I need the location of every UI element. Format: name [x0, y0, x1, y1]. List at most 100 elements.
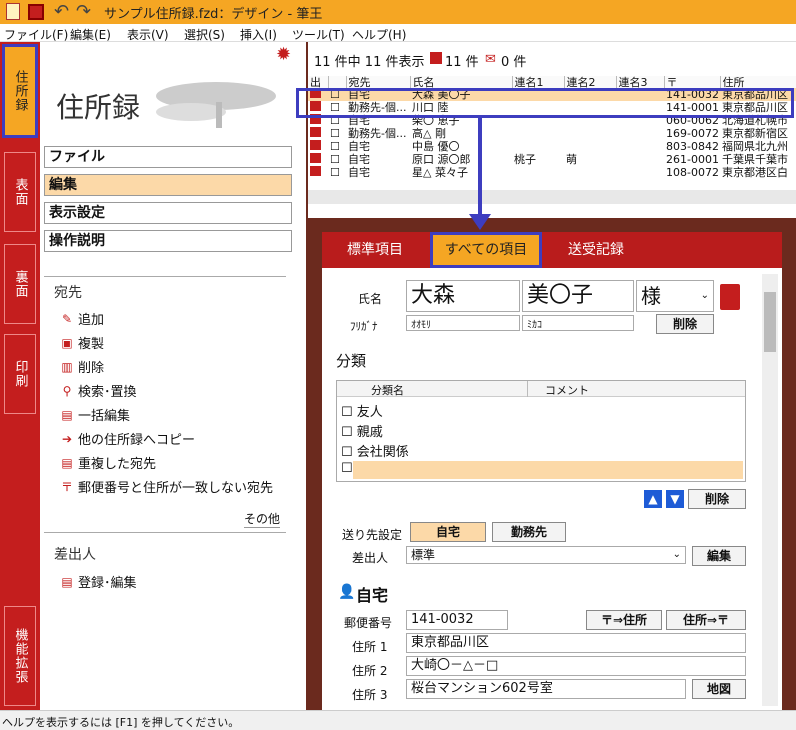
print-flag-icon[interactable]	[308, 153, 328, 166]
category-item[interactable]: ☐ 会社関係	[341, 441, 409, 460]
action-zip-mismatch[interactable]: 〒郵便番号と住所が一致しない宛先	[60, 477, 273, 497]
category-new-checkbox[interactable]: ☐	[341, 461, 353, 476]
print-flag-icon[interactable]	[308, 140, 328, 153]
left-panel: ✹ 住所録 ファイル 編集 表示設定 操作説明 宛先 ✎ 追加 ▣ 複製 ▥ 削除 ⚲…	[40, 42, 306, 710]
cell-dest: 自宅	[348, 166, 370, 179]
honorific-select[interactable]: 様 ⌄	[636, 280, 714, 312]
furigana-label: ﾌﾘｶﾞﾅ	[350, 320, 378, 333]
move-down-icon[interactable]: ▼	[666, 490, 684, 508]
zip-to-address-button[interactable]: 〒⇒住所	[586, 610, 662, 630]
search-icon: ⚲	[62, 383, 72, 398]
address2-input[interactable]: 大崎〇－△－□	[406, 656, 746, 676]
print-count: 11 件	[445, 55, 479, 70]
move-up-icon[interactable]: ▲	[644, 490, 662, 508]
col-ren3[interactable]: 連名3	[616, 76, 665, 88]
menu-help[interactable]: ヘルプ(H)	[352, 26, 406, 43]
row-checkbox[interactable]: ☐	[328, 153, 346, 166]
table-row[interactable]: ☐ 自宅 星△ 菜々子 108-0072 東京都港区白	[308, 166, 796, 179]
first-name-input[interactable]: 美〇子	[522, 280, 634, 312]
address-card-icon[interactable]	[720, 284, 740, 310]
tab-standard[interactable]: 標準項目	[324, 232, 426, 268]
col-ren2[interactable]: 連名2	[564, 76, 617, 88]
col-ren1[interactable]: 連名1	[512, 76, 565, 88]
address3-input[interactable]: 桜台マンション602号室	[406, 679, 686, 699]
vtab-address-book[interactable]: 住所録	[2, 44, 38, 138]
last-name-input[interactable]: 大森	[406, 280, 520, 312]
vtab-front[interactable]: 表面	[4, 152, 36, 232]
horizontal-scrollbar[interactable]	[308, 190, 796, 204]
cell-zip: 169-0072	[666, 127, 719, 140]
trash-icon: ▥	[61, 359, 73, 374]
table-header: 出 宛先 氏名 連名1 連名2 連名3 〒 住所	[308, 76, 796, 88]
category-list: 分類名 コメント ☐ 友人 ☐ 親戚 ☐ 会社関係 ☐	[336, 380, 746, 482]
gear-icon[interactable]: ✹	[276, 44, 291, 65]
table-row[interactable]: ☐ 勤務先-個... 高△ 剛 169-0072 東京都新宿区	[308, 127, 796, 140]
name-label: 氏名	[358, 292, 383, 306]
send-home-button[interactable]: 自宅	[410, 522, 486, 542]
map-button[interactable]: 地図	[692, 679, 746, 699]
more-link[interactable]: その他	[244, 510, 281, 528]
print-flag-icon[interactable]	[308, 127, 328, 140]
cell-ren1	[512, 127, 564, 140]
cat-col-comment: コメント	[545, 384, 589, 397]
nav-file[interactable]: ファイル	[44, 146, 292, 168]
action-add[interactable]: ✎ 追加	[60, 309, 104, 329]
send-work-button[interactable]: 勤務先	[492, 522, 566, 542]
tab-all-items[interactable]: すべての項目	[430, 232, 542, 268]
undo-icon[interactable]: ↶	[54, 1, 69, 22]
menu-bar: ファイル(F) 編集(E) 表示(V) 選択(S) 挿入(I) ツール(T) ヘ…	[0, 24, 796, 42]
action-sender-register[interactable]: ▤ 登録･編集	[60, 572, 136, 592]
menu-insert[interactable]: 挿入(I)	[240, 26, 277, 43]
vtab-extensions[interactable]: 機能拡張	[4, 606, 36, 706]
nav-edit[interactable]: 編集	[44, 174, 292, 196]
nav-help[interactable]: 操作説明	[44, 230, 292, 252]
category-title: 分類	[336, 352, 367, 370]
table-row[interactable]: ☐ 自宅 原口 源〇郎 桃子 萌 261-0001 千葉県千葉市	[308, 153, 796, 166]
nav-display-settings[interactable]: 表示設定	[44, 202, 292, 224]
kana-first-input[interactable]: ﾐｶｺ	[522, 315, 634, 331]
row-checkbox[interactable]: ☐	[328, 127, 346, 140]
menu-select[interactable]: 選択(S)	[184, 26, 225, 43]
address-list: 11 件中 11 件表示 11 件 ✉ 0 件 出 宛先 氏名 連名1 連名2 …	[308, 42, 796, 218]
col-name[interactable]: 氏名	[410, 76, 513, 88]
scrollbar-thumb[interactable]	[764, 292, 776, 352]
copy-arrow-icon: ➔	[61, 431, 73, 446]
address-to-zip-button[interactable]: 住所⇒〒	[666, 610, 746, 630]
vtab-print[interactable]: 印刷	[4, 334, 36, 414]
menu-file[interactable]: ファイル(F)	[4, 26, 68, 43]
print-flag-icon[interactable]	[308, 166, 328, 179]
zip-input[interactable]: 141-0032	[406, 610, 508, 630]
action-delete[interactable]: ▥ 削除	[60, 357, 104, 377]
list-summary: 11 件中 11 件表示	[314, 55, 425, 70]
redo-icon[interactable]: ↷	[76, 1, 91, 22]
col-print[interactable]: 出	[308, 76, 329, 88]
action-duplicates[interactable]: ▤ 重複した宛先	[60, 453, 156, 473]
menu-tools[interactable]: ツール(T)	[292, 26, 345, 43]
category-item[interactable]: ☐ 友人	[341, 401, 383, 420]
address2-label: 住所 2	[352, 664, 388, 678]
category-new-row[interactable]	[353, 461, 743, 479]
sender-select[interactable]: 標準 ⌄	[406, 546, 686, 564]
edit-sender-button[interactable]: 編集	[692, 546, 746, 566]
tab-send-record[interactable]: 送受記録	[546, 232, 646, 268]
action-bulk-edit[interactable]: ▤ 一括編集	[60, 405, 130, 425]
row-checkbox[interactable]: ☐	[328, 166, 346, 179]
save-icon[interactable]	[28, 4, 44, 20]
delete-name-button[interactable]: 削除	[656, 314, 714, 334]
col-zip[interactable]: 〒	[664, 76, 721, 88]
address1-input[interactable]: 東京都品川区	[406, 633, 746, 653]
kana-last-input[interactable]: ｵｵﾓﾘ	[406, 315, 520, 331]
table-row[interactable]: ☐ 自宅 中島 優〇 803-0842 福岡県北九州	[308, 140, 796, 153]
menu-view[interactable]: 表示(V)	[127, 26, 169, 43]
row-checkbox[interactable]: ☐	[328, 140, 346, 153]
action-search-replace[interactable]: ⚲ 検索･置換	[60, 381, 137, 401]
col-dest[interactable]: 宛先	[346, 76, 411, 88]
col-address[interactable]: 住所	[720, 76, 796, 88]
delete-category-button[interactable]: 削除	[688, 489, 746, 509]
category-item[interactable]: ☐ 親戚	[341, 421, 383, 440]
vtab-back[interactable]: 裏面	[4, 244, 36, 324]
action-duplicate[interactable]: ▣ 複製	[60, 333, 104, 353]
menu-edit[interactable]: 編集(E)	[70, 26, 111, 43]
action-copy-to-other[interactable]: ➔ 他の住所録へコピー	[60, 429, 195, 449]
mail-count: 0 件	[501, 55, 527, 70]
